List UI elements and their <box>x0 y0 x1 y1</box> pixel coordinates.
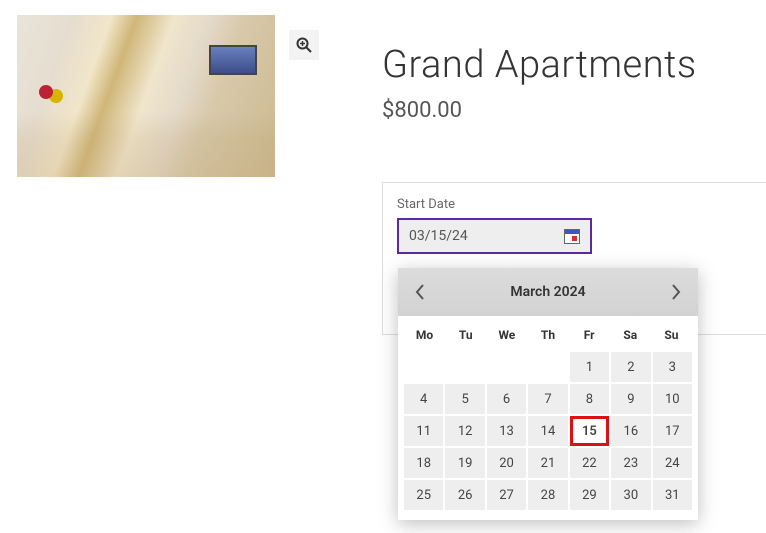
weekday-header: We <box>486 328 527 342</box>
weekday-header: Tu <box>445 328 486 342</box>
day-cell[interactable]: 17 <box>653 416 692 446</box>
zoom-button[interactable] <box>289 30 319 60</box>
day-cell[interactable]: 24 <box>653 448 692 478</box>
day-cell[interactable]: 21 <box>528 448 567 478</box>
chevron-right-icon <box>670 283 682 301</box>
day-cell[interactable]: 27 <box>487 480 526 510</box>
day-cell[interactable]: 5 <box>445 384 484 414</box>
day-cell[interactable]: 29 <box>570 480 609 510</box>
day-cell[interactable]: 26 <box>445 480 484 510</box>
day-cell[interactable]: 30 <box>611 480 650 510</box>
day-cell[interactable]: 20 <box>487 448 526 478</box>
start-date-input[interactable]: 03/15/24 <box>397 218 592 254</box>
calendar-icon <box>564 229 580 244</box>
day-cell[interactable]: 15 <box>570 416 609 446</box>
weekday-header: Fr <box>569 328 610 342</box>
day-cell[interactable]: 7 <box>528 384 567 414</box>
datepicker-month: March 2024 <box>510 284 585 300</box>
start-date-label: Start Date <box>397 197 752 212</box>
product-image-decor <box>209 45 257 75</box>
day-cell[interactable]: 1 <box>570 352 609 382</box>
day-cell-empty <box>404 352 443 382</box>
day-cell[interactable]: 10 <box>653 384 692 414</box>
product-title: Grand Apartments <box>382 43 697 87</box>
day-cell-empty <box>445 352 484 382</box>
weekday-header: Su <box>651 328 692 342</box>
datepicker-grid: 1234567891011121314151617181920212223242… <box>398 352 698 520</box>
day-cell[interactable]: 28 <box>528 480 567 510</box>
chevron-left-icon <box>414 283 426 301</box>
day-cell[interactable]: 9 <box>611 384 650 414</box>
start-date-value: 03/15/24 <box>409 228 468 244</box>
day-cell[interactable]: 14 <box>528 416 567 446</box>
day-cell[interactable]: 18 <box>404 448 443 478</box>
datepicker-header: March 2024 <box>398 268 698 316</box>
day-cell[interactable]: 16 <box>611 416 650 446</box>
datepicker-weekdays: MoTuWeThFrSaSu <box>398 316 698 352</box>
product-image[interactable] <box>17 15 275 177</box>
day-cell[interactable]: 3 <box>653 352 692 382</box>
next-month-button[interactable] <box>662 278 690 306</box>
day-cell[interactable]: 6 <box>487 384 526 414</box>
day-cell[interactable]: 11 <box>404 416 443 446</box>
product-image-decor <box>39 85 53 99</box>
weekday-header: Mo <box>404 328 445 342</box>
day-cell[interactable]: 13 <box>487 416 526 446</box>
datepicker: March 2024 MoTuWeThFrSaSu 12345678910111… <box>398 268 698 520</box>
day-cell[interactable]: 31 <box>653 480 692 510</box>
day-cell[interactable]: 2 <box>611 352 650 382</box>
day-cell[interactable]: 23 <box>611 448 650 478</box>
day-cell[interactable]: 12 <box>445 416 484 446</box>
zoom-icon <box>296 37 312 53</box>
day-cell-empty <box>487 352 526 382</box>
day-cell[interactable]: 4 <box>404 384 443 414</box>
weekday-header: Sa <box>610 328 651 342</box>
day-cell[interactable]: 19 <box>445 448 484 478</box>
day-cell-empty <box>528 352 567 382</box>
prev-month-button[interactable] <box>406 278 434 306</box>
weekday-header: Th <box>527 328 568 342</box>
day-cell[interactable]: 25 <box>404 480 443 510</box>
day-cell[interactable]: 22 <box>570 448 609 478</box>
day-cell[interactable]: 8 <box>570 384 609 414</box>
product-price: $800.00 <box>382 98 462 123</box>
